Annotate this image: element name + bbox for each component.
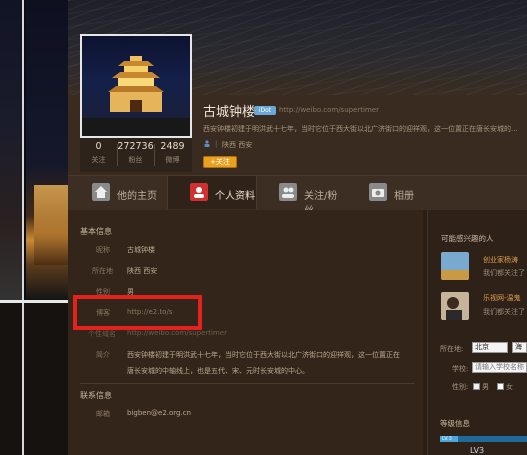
field-label: 昵称: [96, 246, 110, 254]
home-icon: [92, 183, 110, 201]
section-title-contact: 联系信息: [80, 391, 112, 400]
profile-location: 陕西 西安: [222, 141, 253, 149]
gender-male-checkbox[interactable]: [473, 383, 480, 390]
stat-following[interactable]: 0 关注: [80, 141, 117, 165]
profile-name: 古城钟楼: [203, 105, 256, 120]
field-label: 简介: [96, 351, 110, 359]
field-label: 邮箱: [96, 410, 110, 418]
suggestion-sub: 我们都关注了: [483, 308, 525, 316]
stat-label: 微博: [165, 156, 180, 164]
tab-album[interactable]: 相册: [347, 176, 427, 209]
profile-bio: 西安钟楼初建于明洪武十七年，当时它位于西大街以北广济街口的迎祥观，这一位置正在唐…: [203, 125, 518, 133]
suggestion-name[interactable]: 创业家杨涛: [483, 255, 518, 265]
school-label: 学校:: [452, 365, 469, 373]
section-divider: [80, 383, 415, 384]
gender-female-label: 女: [506, 383, 513, 391]
gender-label: 性别:: [452, 383, 469, 391]
gender-female-checkbox[interactable]: [497, 383, 504, 390]
level-badge: LV3: [470, 446, 485, 455]
stat-value: 272736: [117, 141, 154, 152]
stat-label: 关注: [91, 156, 106, 164]
left-bottom-panel: [0, 303, 68, 455]
stat-value: 0: [95, 141, 102, 152]
profile-content: [68, 210, 423, 455]
tab-label: 相册: [394, 191, 414, 202]
school-input[interactable]: 请输入学校名称: [472, 362, 527, 373]
suggestion-sub: 我们都关注了: [483, 269, 525, 277]
profile-home-url[interactable]: http://weibo.com/supertimer: [279, 106, 379, 114]
tab-home[interactable]: 他的主页: [70, 176, 167, 209]
photo-divider: [22, 303, 24, 455]
tab-label: 他的主页: [117, 191, 157, 202]
bell-tower-icon: [108, 56, 164, 112]
profile-stats: 0 关注 272736 粉丝 2489 微博: [80, 138, 192, 172]
left-photo-frame: [0, 0, 24, 300]
field-label: 所在地: [92, 267, 113, 275]
camera-icon: [369, 183, 387, 201]
stat-value: 2489: [160, 141, 185, 152]
location-filter-label: 所在地:: [440, 345, 464, 353]
tab-follow-fans[interactable]: 关注/粉丝: [257, 176, 347, 217]
level-bar-label: LV.3: [442, 436, 452, 442]
avatar[interactable]: [80, 34, 192, 138]
people-icon: [279, 183, 297, 201]
suggestion-name[interactable]: 乐视网-温鬼: [483, 293, 521, 303]
verified-badge[interactable]: iDot: [254, 106, 276, 115]
avatar-ground: [82, 118, 190, 136]
domain-link[interactable]: http://weibo.com/supertimer: [127, 329, 227, 337]
user-icon: [204, 140, 210, 147]
follow-button[interactable]: +关注: [203, 156, 237, 168]
suggest-title: 可能感兴趣的人: [441, 234, 494, 243]
field-label: 个性域名: [88, 330, 116, 338]
suggestion-avatar[interactable]: [441, 292, 469, 320]
province-select[interactable]: 北京: [472, 342, 508, 353]
stat-followers[interactable]: 272736 粉丝: [117, 141, 154, 165]
city-wall-photo: [34, 185, 68, 265]
level-title: 等级信息: [440, 419, 470, 428]
field-value: 唐长安城的中轴线上，也是五代、宋、元时长安城的中心。: [127, 367, 309, 375]
field-value: 西安钟楼初建于明洪武十七年，当时它位于西大街以北广济街口的迎祥观，这一位置正在: [127, 351, 400, 359]
field-value: 陕西 西安: [127, 267, 158, 275]
gender-male-label: 男: [482, 383, 489, 391]
email-value: bigben@e2.org.cn: [127, 409, 191, 417]
stat-label: 粉丝: [128, 156, 143, 164]
suggestion-avatar[interactable]: [441, 252, 469, 280]
stat-posts[interactable]: 2489 微博: [154, 141, 191, 165]
tab-profile[interactable]: 个人资料: [167, 176, 257, 209]
city-select[interactable]: 海: [512, 342, 527, 353]
tab-label: 个人资料: [215, 191, 255, 202]
profile-icon: [190, 183, 208, 201]
field-value: 古城钟楼: [127, 246, 155, 254]
highlight-box: [73, 295, 202, 330]
location-separator: |: [215, 140, 218, 148]
section-title-basic: 基本信息: [80, 227, 112, 236]
